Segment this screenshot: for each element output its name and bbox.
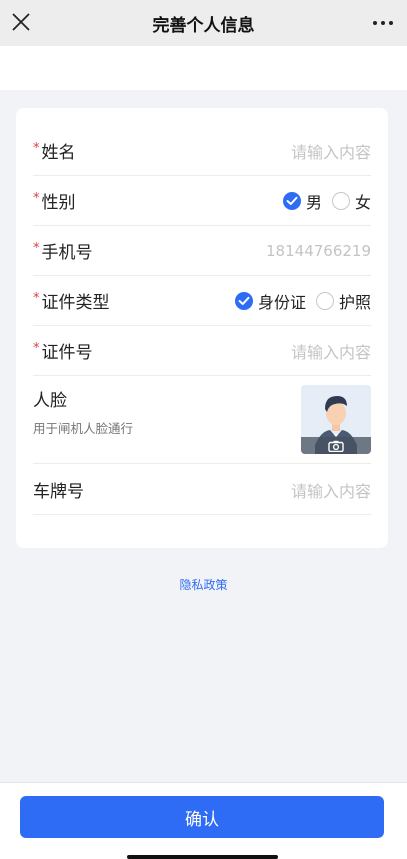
id-number-input[interactable]: 请输入内容 bbox=[291, 339, 371, 363]
passport-radio[interactable]: 护照 bbox=[315, 289, 371, 313]
phone-value: 18144766219 bbox=[266, 241, 371, 260]
required-mark: * bbox=[33, 141, 40, 156]
more-icon[interactable] bbox=[371, 13, 395, 33]
id-number-label: * 证件号 bbox=[33, 338, 93, 363]
home-indicator bbox=[127, 855, 278, 859]
phone-row: * 手机号 18144766219 bbox=[33, 226, 371, 276]
gender-label-text: 性别 bbox=[41, 193, 76, 213]
privacy-policy-link[interactable]: 隐私政策 bbox=[0, 576, 407, 593]
plate-row[interactable]: 车牌号 请输入内容 bbox=[33, 465, 371, 515]
top-bar: 完善个人信息 bbox=[0, 0, 407, 46]
bottom-bar: 确认 bbox=[0, 782, 407, 859]
name-input[interactable]: 请输入内容 bbox=[291, 139, 371, 163]
form-card: * 姓名 请输入内容 * 性别 男 女 * 手机号 18144766219 * … bbox=[16, 108, 388, 548]
radio-checked-icon bbox=[234, 291, 253, 310]
required-mark: * bbox=[33, 191, 40, 206]
phone-label: * 手机号 bbox=[33, 238, 93, 263]
radio-unchecked-icon bbox=[331, 191, 350, 210]
required-mark: * bbox=[33, 291, 40, 306]
plate-input[interactable]: 请输入内容 bbox=[291, 478, 371, 502]
name-row[interactable]: * 姓名 请输入内容 bbox=[33, 126, 371, 176]
radio-checked-icon bbox=[282, 191, 301, 210]
gender-male-radio[interactable]: 男 bbox=[282, 189, 322, 213]
id-type-row: * 证件类型 身份证 护照 bbox=[33, 276, 371, 326]
face-label: 人脸 bbox=[33, 391, 67, 411]
close-icon[interactable] bbox=[10, 11, 32, 33]
id-number-row[interactable]: * 证件号 请输入内容 bbox=[33, 326, 371, 376]
gender-male-label: 男 bbox=[305, 192, 322, 212]
passport-label: 护照 bbox=[338, 292, 371, 312]
required-mark: * bbox=[33, 241, 40, 256]
gender-radio-group: 男 女 bbox=[282, 189, 371, 213]
id-card-label: 身份证 bbox=[257, 292, 306, 312]
name-label: * 姓名 bbox=[33, 138, 76, 163]
gender-row: * 性别 男 女 bbox=[33, 176, 371, 226]
gender-female-label: 女 bbox=[354, 192, 371, 212]
confirm-button[interactable]: 确认 bbox=[20, 796, 384, 838]
id-type-label-text: 证件类型 bbox=[41, 293, 110, 313]
id-card-radio[interactable]: 身份证 bbox=[234, 289, 306, 313]
name-label-text: 姓名 bbox=[41, 143, 76, 163]
header-strip bbox=[0, 46, 407, 90]
page-title: 完善个人信息 bbox=[152, 15, 255, 36]
camera-icon bbox=[328, 440, 344, 452]
id-type-radio-group: 身份证 护照 bbox=[234, 289, 371, 313]
camera-bar bbox=[301, 437, 371, 454]
plate-label-text: 车牌号 bbox=[33, 482, 84, 502]
id-number-label-text: 证件号 bbox=[41, 343, 93, 363]
face-subtitle: 用于闸机人脸通行 bbox=[33, 421, 134, 436]
id-type-label: * 证件类型 bbox=[33, 288, 110, 313]
required-mark: * bbox=[33, 341, 40, 356]
radio-unchecked-icon bbox=[315, 291, 334, 310]
gender-label: * 性别 bbox=[33, 188, 76, 213]
face-row: 人脸 用于闸机人脸通行 bbox=[33, 374, 371, 464]
phone-label-text: 手机号 bbox=[41, 243, 93, 263]
plate-label: 车牌号 bbox=[33, 477, 84, 502]
gender-female-radio[interactable]: 女 bbox=[331, 189, 371, 213]
face-upload-button[interactable] bbox=[301, 385, 371, 454]
